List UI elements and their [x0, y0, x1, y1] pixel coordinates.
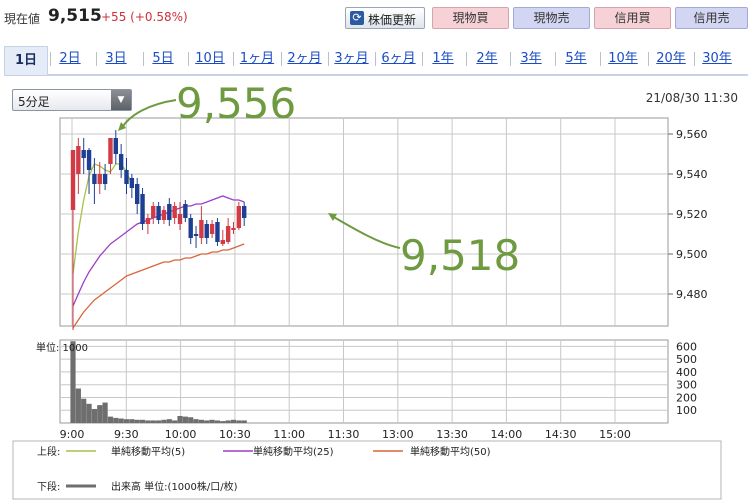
refresh-button-label: 株価更新: [368, 13, 417, 27]
chart-area: 5分足 ▼ 21/08/30 11:30: [0, 78, 748, 501]
tab-5-years[interactable]: 5年: [555, 48, 597, 70]
tab-label: 10日: [195, 51, 225, 66]
tab-label: 1ヶ月: [239, 51, 275, 66]
tab-3-months[interactable]: 3ヶ月: [328, 48, 375, 70]
tab-1-month[interactable]: 1ヶ月: [233, 48, 281, 70]
tab-10-years[interactable]: 10年: [600, 48, 646, 70]
chart-datetime: 21/08/30 11:30: [645, 91, 738, 105]
tab-label: 3年: [520, 51, 542, 66]
tab-label: 30年: [702, 51, 732, 66]
cash-buy-button[interactable]: 現物買: [432, 7, 509, 29]
tab-label: 2ヶ月: [287, 51, 322, 66]
tab-5-days[interactable]: 5日: [143, 48, 183, 70]
tab-10-days[interactable]: 10日: [188, 48, 232, 70]
refresh-price-button[interactable]: ⟳ 株価更新: [345, 7, 425, 29]
chevron-down-icon: ▼: [111, 90, 131, 110]
tab-label: 3ヶ月: [334, 51, 369, 66]
tab-label: 3日: [105, 51, 127, 66]
tab-2-years[interactable]: 2年: [466, 48, 508, 70]
tab-3-years[interactable]: 3年: [510, 48, 552, 70]
tab-label: 2日: [59, 51, 81, 66]
tab-3-days[interactable]: 3日: [96, 48, 136, 70]
margin-sell-button[interactable]: 信用売: [675, 7, 748, 29]
tab-2-months[interactable]: 2ヶ月: [281, 48, 328, 70]
tab-label: 6ヶ月: [381, 51, 416, 66]
interval-select-value: 5分足: [18, 95, 50, 109]
tab-2-days[interactable]: 2日: [50, 48, 90, 70]
tab-1-year[interactable]: 1年: [422, 48, 464, 70]
price-change: +55 (+0.58%): [101, 10, 188, 24]
tab-label: 10年: [608, 51, 638, 66]
tab-label: 5年: [565, 51, 587, 66]
margin-buy-button[interactable]: 信用買: [594, 7, 671, 29]
tab-1-day[interactable]: 1日: [4, 46, 48, 75]
current-price: 9,515: [48, 6, 102, 26]
tab-label: 2年: [476, 51, 498, 66]
tab-label: 5日: [152, 51, 174, 66]
period-tabs: 1日 2日 3日 5日 10日 1ヶ月 2ヶ月 3ヶ月 6ヶ月 1年 2年 3年…: [4, 44, 748, 76]
tab-label: 1日: [14, 53, 38, 68]
tab-label: 1年: [432, 51, 454, 66]
quote-header: 現在値 9,515 +55 (+0.58%) ⟳ 株価更新 現物買 現物売 信用…: [0, 0, 748, 36]
current-price-label: 現在値: [4, 12, 41, 26]
cash-sell-button[interactable]: 現物売: [513, 7, 590, 29]
tab-label: 20年: [656, 51, 686, 66]
tab-30-years[interactable]: 30年: [694, 48, 740, 70]
interval-select[interactable]: 5分足 ▼: [12, 89, 132, 111]
refresh-icon: ⟳: [350, 11, 364, 25]
tab-6-months[interactable]: 6ヶ月: [375, 48, 422, 70]
tab-20-years[interactable]: 20年: [648, 48, 694, 70]
